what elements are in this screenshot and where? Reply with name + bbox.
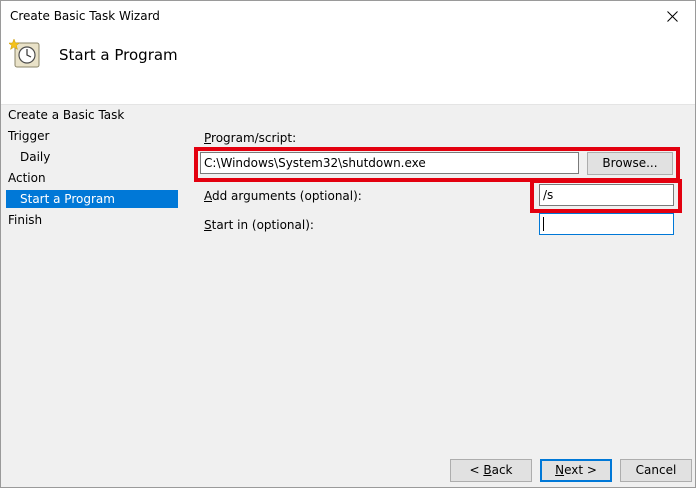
window-title: Create Basic Task Wizard — [10, 9, 160, 23]
nav-step-start-a-program: Start a Program — [6, 190, 178, 208]
title-bar: Create Basic Task Wizard — [1, 1, 695, 32]
nav-step-finish: Finish — [8, 213, 43, 227]
start-in-label: Start in (optional): — [204, 218, 314, 232]
nav-step-trigger: Trigger — [8, 129, 50, 143]
wizard-header: Start a Program — [1, 32, 695, 104]
page-title: Start a Program — [59, 46, 178, 64]
arguments-highlight — [530, 179, 682, 213]
back-button[interactable]: < Back — [450, 459, 532, 482]
wizard-window: Create Basic Task Wizard Start a Program… — [0, 0, 696, 488]
next-button[interactable]: Next > — [540, 459, 612, 482]
start-in-input[interactable] — [539, 213, 674, 235]
nav-step-create-basic-task: Create a Basic Task — [8, 108, 125, 122]
task-scheduler-clock-icon — [9, 38, 40, 68]
program-script-label: Program/script: — [204, 131, 297, 145]
add-arguments-label: Add arguments (optional): — [204, 189, 362, 203]
close-icon — [666, 11, 678, 22]
text-caret — [543, 216, 544, 231]
nav-step-action: Action — [8, 171, 46, 185]
cancel-button[interactable]: Cancel — [620, 459, 692, 482]
close-button[interactable] — [649, 1, 695, 32]
nav-step-daily: Daily — [20, 150, 51, 164]
wizard-step-nav: Create a Basic Task Trigger Daily Action… — [1, 105, 186, 445]
program-row-highlight — [194, 147, 680, 182]
